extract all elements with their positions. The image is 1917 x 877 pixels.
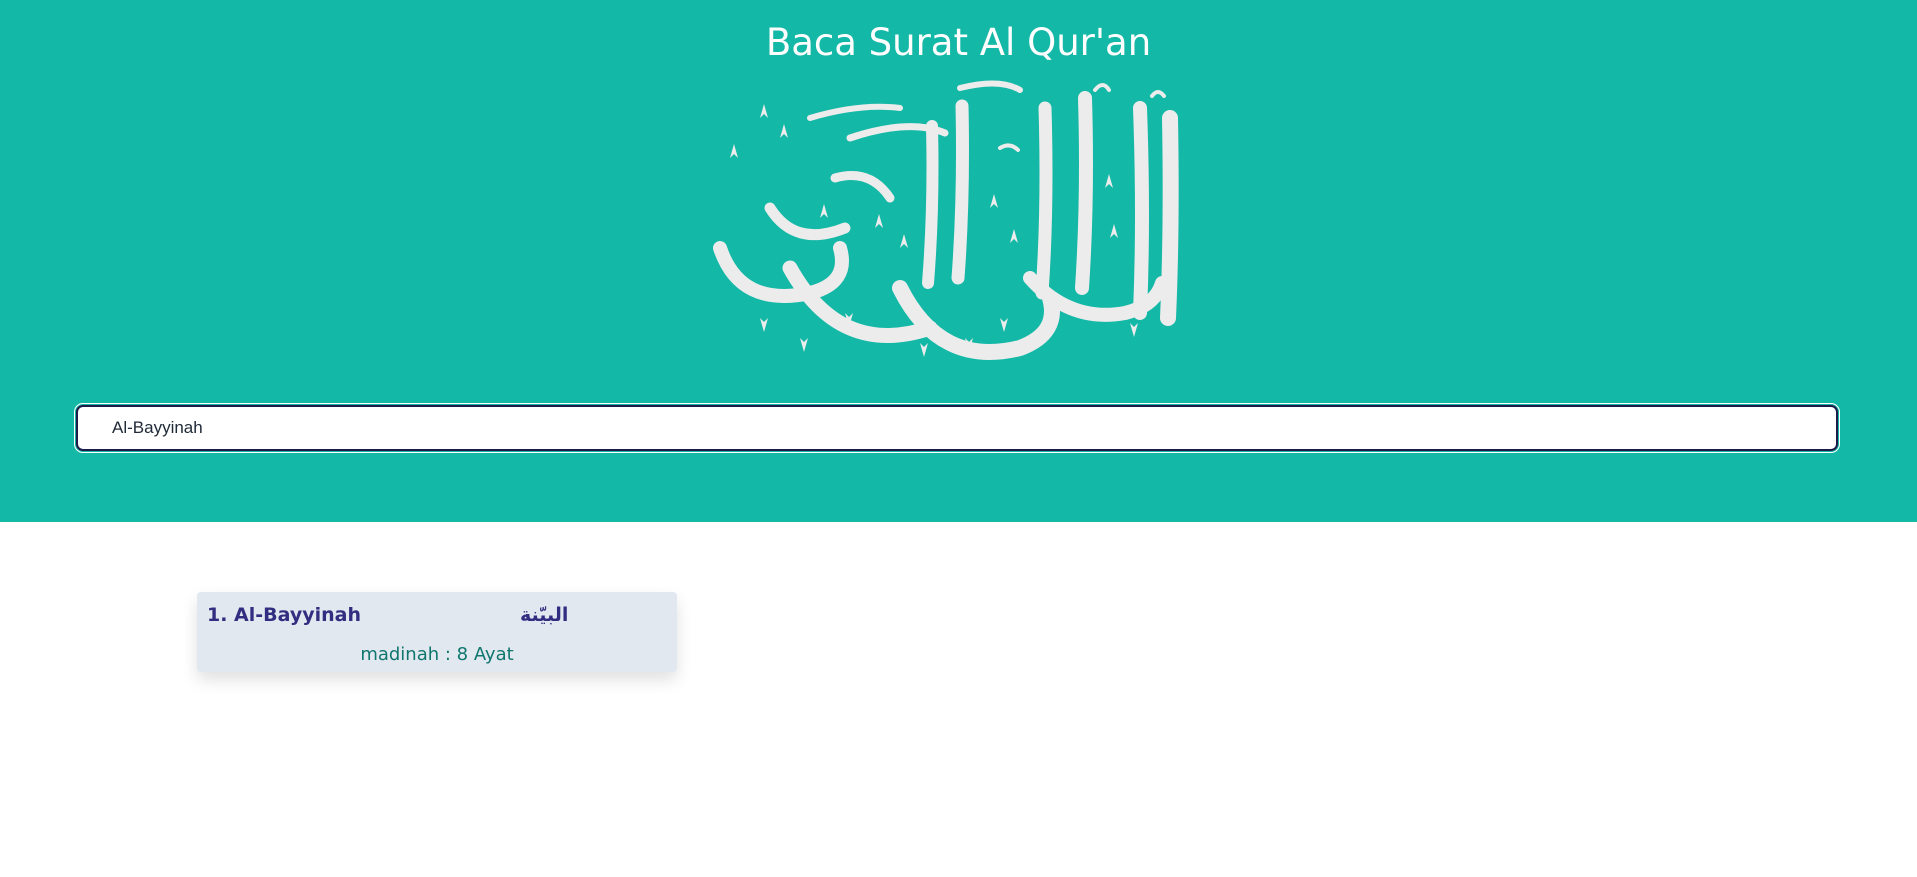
- search-input[interactable]: [74, 403, 1840, 453]
- page-title: Baca Surat Al Qur'an: [765, 21, 1152, 64]
- hero-header: Baca Surat Al Qur'an: [0, 0, 1917, 522]
- surah-card[interactable]: 1. Al-Bayyinah البيّنة madinah : 8 Ayat: [197, 592, 677, 672]
- quran-calligraphy-logo: [713, 80, 1179, 360]
- surah-name: 1. Al-Bayyinah: [207, 604, 362, 626]
- results-list: 1. Al-Bayyinah البيّنة madinah : 8 Ayat: [197, 592, 677, 672]
- surah-meta: madinah : 8 Ayat: [360, 644, 514, 665]
- surah-arabic-name: البيّنة: [520, 604, 569, 626]
